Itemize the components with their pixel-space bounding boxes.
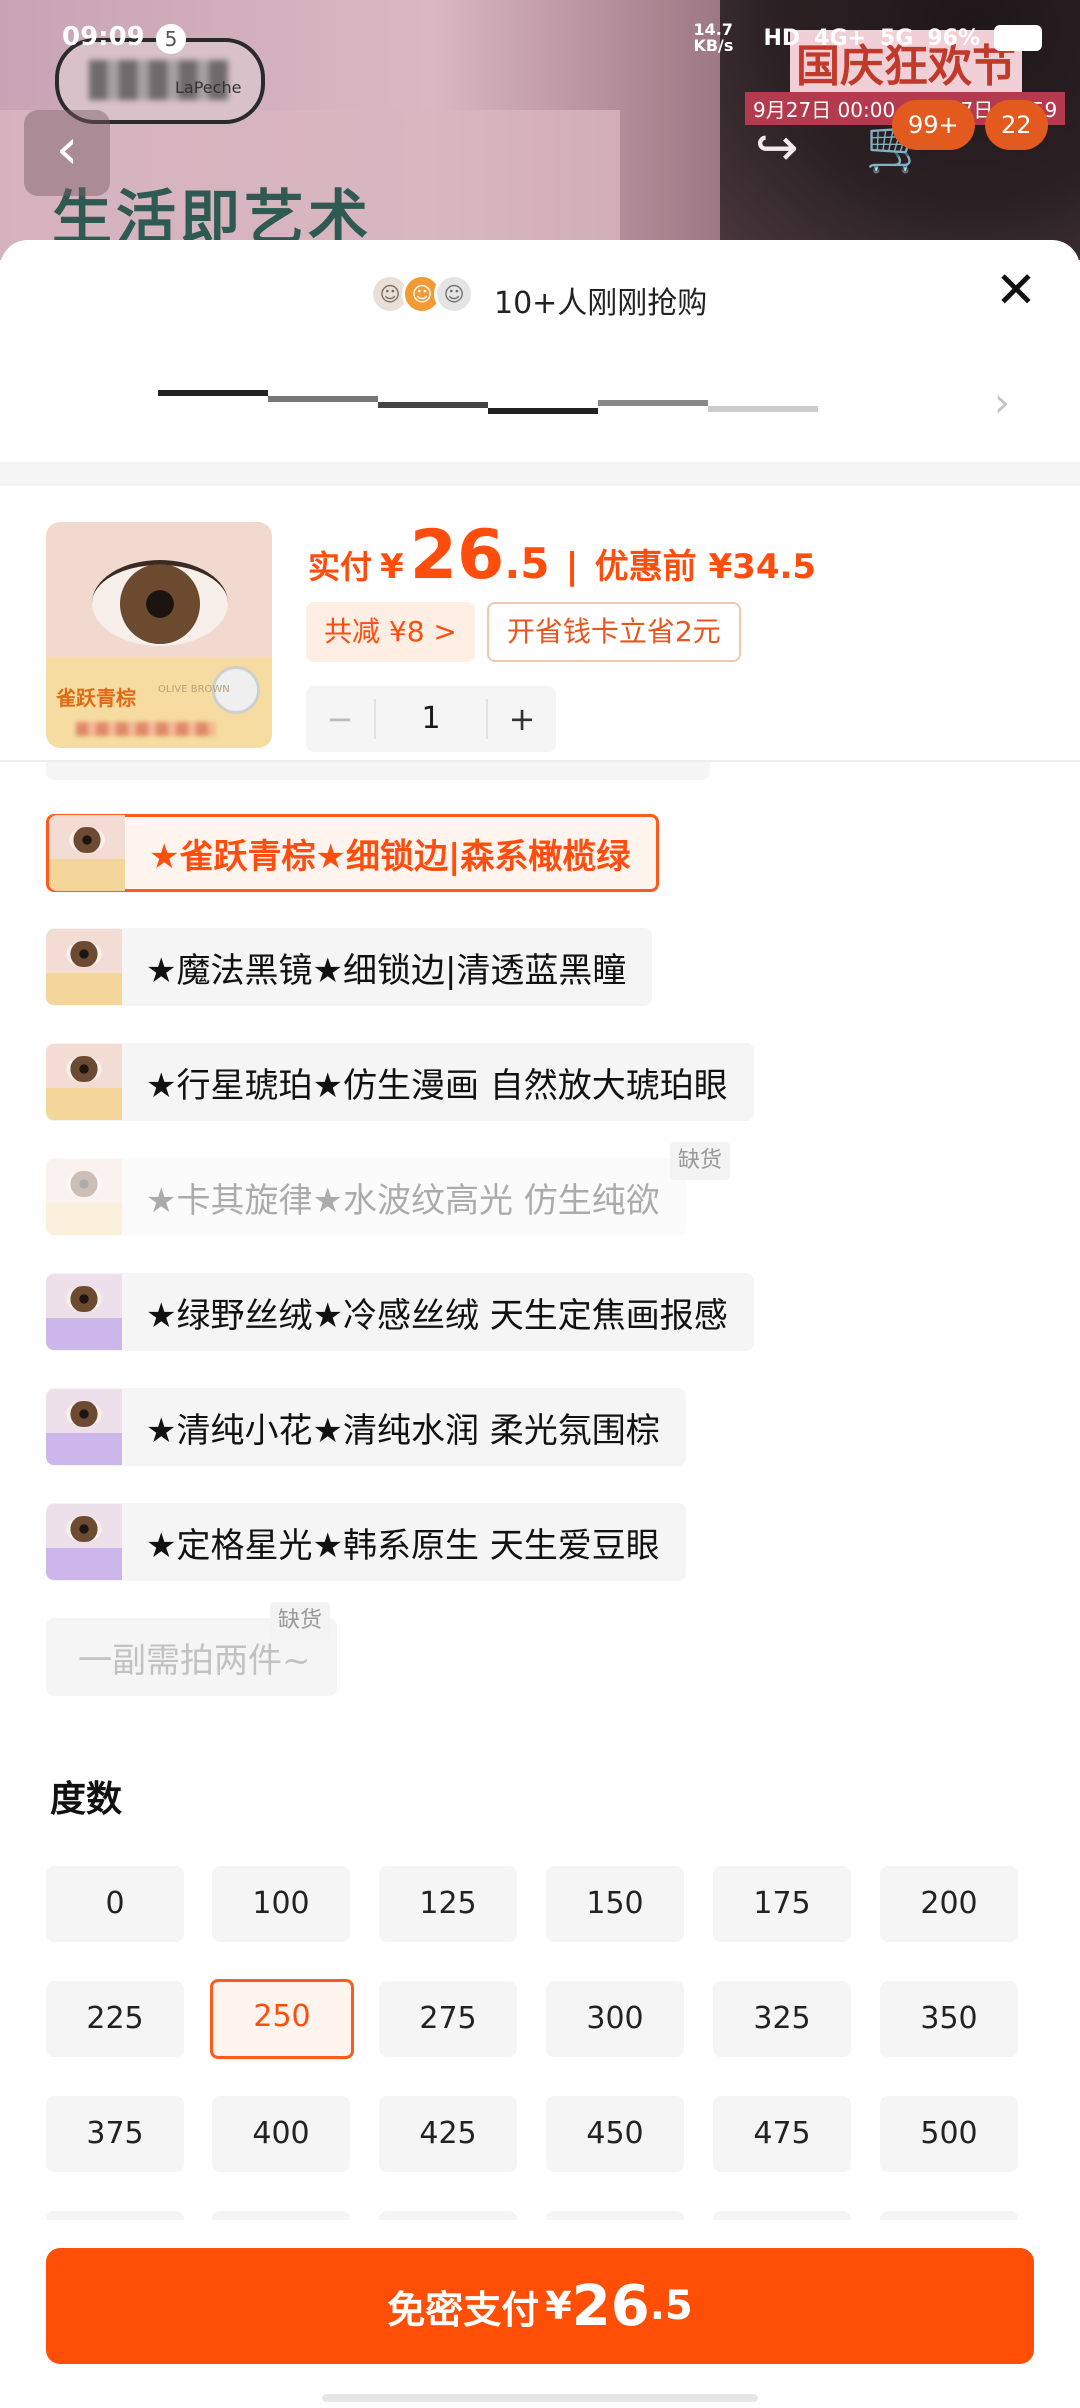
paid-label: 实付 [308,548,373,586]
5g-label: 5G [879,25,914,51]
power-option[interactable]: 450 [546,2096,684,2172]
chevron-right-icon[interactable]: › [994,380,1010,426]
avatar: ☺ [434,274,474,314]
variant-label: ★定格星光★韩系原生 天生爱豆眼 [146,1525,660,1566]
product-thumbnail[interactable]: 雀跃青棕 OLIVE BROWN [46,522,272,748]
variant-option[interactable]: ★魔法黑镜★细锁边|清透蓝黑瞳 [46,928,653,1006]
power-option[interactable]: 175 [713,1866,851,1942]
checkout-bar: 免密支付 ¥ 26 .5 [0,2220,1080,2408]
power-option[interactable]: 100 [212,1866,350,1942]
section-divider [0,462,1080,486]
price-line: 实付 ¥ 26 .5 | 优惠前 ¥34.5 [308,516,816,595]
quantity-value[interactable]: 1 [374,699,488,739]
power-option[interactable]: 200 [880,1866,1018,1942]
net-speed: 14.7 KB/s [693,20,734,55]
price-separator: | [565,546,579,587]
pay-label: 免密支付 [387,2287,540,2332]
thumb-tag: 雀跃青棕 [56,686,136,710]
power-option[interactable]: 350 [880,1981,1018,2057]
sku-selector-sheet: ☺ ☺ ☺ 10+人刚刚抢购 ✕ › 雀跃青棕 OLIVE BROWN 实付 ¥… [0,240,1080,2408]
original-price: 优惠前 ¥34.5 [594,547,817,587]
variant-thumbnail [46,929,122,1005]
status-bar: 09:09 5 14.7 KB/s HD 4G+ 5G 96% [0,0,1080,76]
variant-label: ★魔法黑镜★细锁边|清透蓝黑瞳 [146,950,627,991]
4g-label: 4G+ [814,25,866,51]
pay-price-integer: 26 [571,2273,650,2339]
variant-cut-off [46,762,710,780]
power-option[interactable]: 375 [46,2096,184,2172]
decrease-button[interactable]: − [306,700,374,738]
message-badge: 22 [985,100,1048,150]
power-option[interactable]: 425 [379,2096,517,2172]
brand-subtitle: LaPeche [175,78,242,97]
price-decimal: .5 [504,539,550,588]
saving-card-chip[interactable]: 开省钱卡立省2元 [486,602,741,662]
power-section-title: 度数 [50,1779,123,1820]
power-option[interactable]: 300 [546,1981,684,2057]
variant-label: ★绿野丝绒★冷感丝绒 天生定焦画报感 [146,1295,728,1336]
total-discount-chip[interactable]: 共减 ¥8 > [306,602,475,662]
sheet-header: ☺ ☺ ☺ 10+人刚刚抢购 ✕ [0,240,1080,350]
variant-label: ★雀跃青棕★细锁边|森系橄榄绿 [149,836,631,877]
thumb-tag-en: OLIVE BROWN [158,684,230,695]
power-option[interactable]: 500 [880,2096,1018,2172]
battery-level: 96% [927,25,980,51]
variant-thumbnail [46,1504,122,1580]
variant-option-disabled[interactable]: ★卡其旋律★水波纹高光 仿生纯欲 [46,1158,686,1236]
price-integer: 26 [409,516,505,595]
discount-chips: 共减 ¥8 > 开省钱卡立省2元 [306,602,741,662]
variant-thumbnail [46,1044,122,1120]
power-option[interactable]: 275 [379,1981,517,2057]
status-time: 09:09 [62,22,145,52]
chevron-left-icon: ‹ [55,117,79,182]
hd-label: HD [763,25,801,51]
buyer-avatars: ☺ ☺ ☺ [370,274,474,314]
power-option[interactable]: 150 [546,1866,684,1942]
power-option[interactable]: 125 [379,1866,517,1942]
variant-thumbnail [46,1274,122,1350]
variant-option[interactable]: ★雀跃青棕★细锁边|森系橄榄绿 [46,814,660,892]
increase-button[interactable]: + [488,700,556,738]
variant-option[interactable]: ★清纯小花★清纯水润 柔光氛围棕 [46,1388,686,1466]
back-button[interactable]: ‹ [24,110,110,196]
power-option[interactable]: 325 [713,1981,851,2057]
share-icon[interactable]: ↪ [755,118,799,178]
power-option[interactable]: 225 [46,1981,184,2057]
redacted-info-bar[interactable] [158,382,928,422]
pay-button[interactable]: 免密支付 ¥ 26 .5 [46,2248,1034,2364]
variant-option[interactable]: ★绿野丝绒★冷感丝绒 天生定焦画报感 [46,1273,754,1351]
cart-badge: 99+ [892,100,975,150]
variant-thumbnail [46,1159,122,1235]
home-indicator[interactable] [322,2394,758,2402]
notification-count: 5 [156,24,186,54]
recent-buyers-text: 10+人刚刚抢购 [494,286,708,321]
variant-option[interactable]: ★定格星光★韩系原生 天生爱豆眼 [46,1503,686,1581]
pay-price-decimal: .5 [649,2283,693,2329]
pay-currency: ¥ [545,2284,572,2328]
status-icons: 14.7 KB/s HD 4G+ 5G 96% [693,22,1042,54]
currency-symbol: ¥ [380,547,404,587]
close-icon[interactable]: ✕ [990,264,1042,316]
battery-icon [994,25,1042,51]
power-option[interactable]: 0 [46,1866,184,1942]
power-option[interactable]: 400 [212,2096,350,2172]
out-of-stock-badge: 缺货 [670,1142,731,1180]
variant-option[interactable]: ★行星琥珀★仿生漫画 自然放大琥珀眼 [46,1043,754,1121]
variant-thumbnail [46,1389,122,1465]
power-option[interactable]: 475 [713,2096,851,2172]
quantity-stepper: − 1 + [306,686,556,752]
variant-label: ★行星琥珀★仿生漫画 自然放大琥珀眼 [146,1065,728,1106]
variant-label: ★卡其旋律★水波纹高光 仿生纯欲 [146,1180,660,1221]
power-option-selected[interactable]: 250 [210,1979,354,2059]
out-of-stock-badge: 缺货 [270,1602,331,1640]
variant-thumbnail [49,815,125,891]
variant-label: ★清纯小花★清纯水润 柔光氛围棕 [146,1410,660,1451]
product-summary: 雀跃青棕 OLIVE BROWN 实付 ¥ 26 .5 | 优惠前 ¥34.5 … [0,486,1080,762]
